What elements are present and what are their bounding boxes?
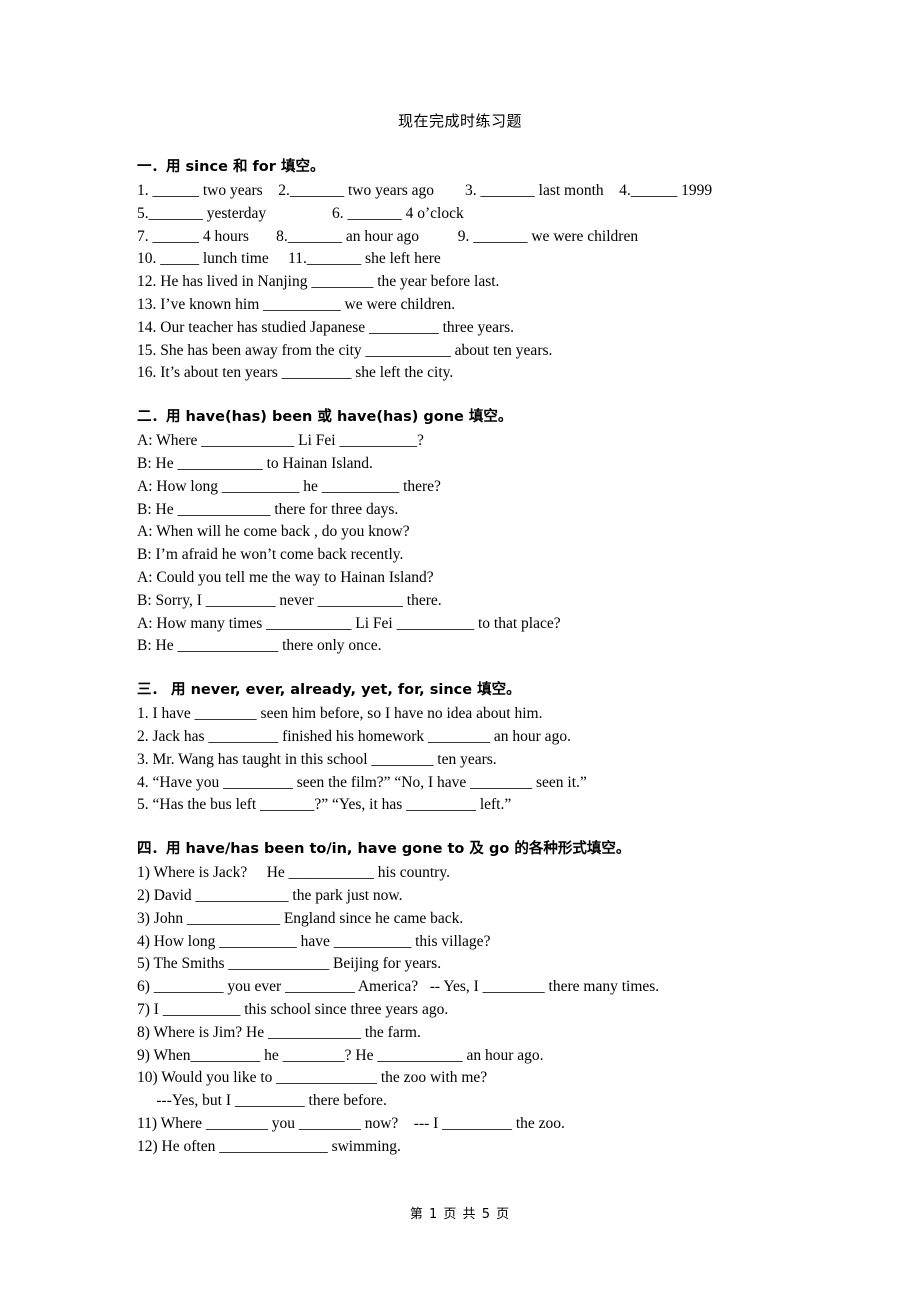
exercise-line: ---Yes, but I _________ there before. xyxy=(137,1092,387,1110)
exercise-line: 4) How long __________ have __________ t… xyxy=(137,932,491,950)
section-four: 四．用 have/has been to/in, have gone to 及 … xyxy=(137,837,837,1158)
exercise-line: 12. He has lived in Nanjing ________ the… xyxy=(137,273,500,291)
exercise-line: B: Sorry, I _________ never ___________ … xyxy=(137,591,442,609)
page-footer: 第 1 页 共 5 页 xyxy=(409,1207,511,1222)
exercise-line: 1) Where is Jack? He ___________ his cou… xyxy=(137,864,450,882)
exercise-line: 12) He often ______________ swimming. xyxy=(137,1137,401,1155)
exercise-line: 2) David ____________ the park just now. xyxy=(137,886,403,904)
exercise-line: A: Could you tell me the way to Hainan I… xyxy=(137,568,434,586)
section-four-heading: 四．用 have/has been to/in, have gone to 及 … xyxy=(137,837,837,861)
exercise-line: 3. Mr. Wang has taught in this school __… xyxy=(137,750,497,768)
exercise-line: A: How long __________ he __________ the… xyxy=(137,477,441,495)
exercise-line: 13. I’ve known him __________ we were ch… xyxy=(137,295,456,313)
document-body: 一．用 since 和 for 填空。 1. ______ two years … xyxy=(137,155,837,1158)
section-two-heading: 二．用 have(has) been 或 have(has) gone 填空。 xyxy=(137,405,837,429)
exercise-line: 2. Jack has _________ finished his homew… xyxy=(137,727,571,745)
exercise-line: 7) I __________ this school since three … xyxy=(137,1000,449,1018)
section-three-heading-text: 三． 用 never, ever, already, yet, for, sin… xyxy=(137,682,521,699)
exercise-line: 6) _________ you ever _________ America?… xyxy=(137,978,660,996)
section-one-heading-text: 一．用 since 和 for 填空。 xyxy=(137,159,325,175)
exercise-line: 1. I have ________ seen him before, so I… xyxy=(137,705,543,723)
exercise-line: 5. “Has the bus left _______?” “Yes, it … xyxy=(137,796,512,814)
exercise-line: 4. “Have you _________ seen the film?” “… xyxy=(137,773,587,791)
exercise-line: 11) Where ________ you ________ now? ---… xyxy=(137,1114,565,1132)
exercise-line: B: I’m afraid he won’t come back recentl… xyxy=(137,546,404,564)
exercise-line: A: Where ____________ Li Fei __________? xyxy=(137,432,424,450)
page-title: 现在完成时练习题 xyxy=(397,112,522,130)
exercise-line: 5) The Smiths _____________ Beijing for … xyxy=(137,955,442,973)
section-three-heading: 三． 用 never, ever, already, yet, for, sin… xyxy=(137,678,837,702)
exercise-line: 15. She has been away from the city ____… xyxy=(137,341,553,359)
exercise-line: A: When will he come back , do you know? xyxy=(137,523,410,541)
exercise-line: 3) John ____________ England since he ca… xyxy=(137,909,464,927)
section-one: 一．用 since 和 for 填空。 1. ______ two years … xyxy=(137,155,837,385)
exercise-line: 5._______ yesterday 6. _______ 4 o’clock xyxy=(137,204,464,222)
exercise-line: 14. Our teacher has studied Japanese ___… xyxy=(137,318,515,336)
exercise-line: B: He ____________ there for three days. xyxy=(137,500,399,518)
section-three: 三． 用 never, ever, already, yet, for, sin… xyxy=(137,678,837,817)
exercise-line: A: How many times ___________ Li Fei ___… xyxy=(137,614,561,632)
exercise-line: 9) When_________ he ________? He _______… xyxy=(137,1046,544,1064)
exercise-line: B: He _____________ there only once. xyxy=(137,637,382,655)
section-two-heading-text: 二．用 have(has) been 或 have(has) gone 填空。 xyxy=(137,409,513,426)
exercise-line: 8) Where is Jim? He ____________ the far… xyxy=(137,1023,421,1041)
exercise-line: 7. ______ 4 hours 8._______ an hour ago … xyxy=(137,227,639,245)
section-one-heading: 一．用 since 和 for 填空。 xyxy=(137,155,837,179)
document-page: 现在完成时练习题 一．用 since 和 for 填空。 1. ______ t… xyxy=(0,0,920,1302)
section-two: 二．用 have(has) been 或 have(has) gone 填空。 … xyxy=(137,405,837,658)
exercise-line: 16. It’s about ten years _________ she l… xyxy=(137,364,454,382)
exercise-line: 10. _____ lunch time 11._______ she left… xyxy=(137,250,441,268)
exercise-line: B: He ___________ to Hainan Island. xyxy=(137,454,373,472)
section-four-heading-text: 四．用 have/has been to/in, have gone to 及 … xyxy=(137,841,631,858)
exercise-line: 1. ______ two years 2._______ two years … xyxy=(137,182,713,199)
exercise-line: 10) Would you like to _____________ the … xyxy=(137,1069,488,1087)
